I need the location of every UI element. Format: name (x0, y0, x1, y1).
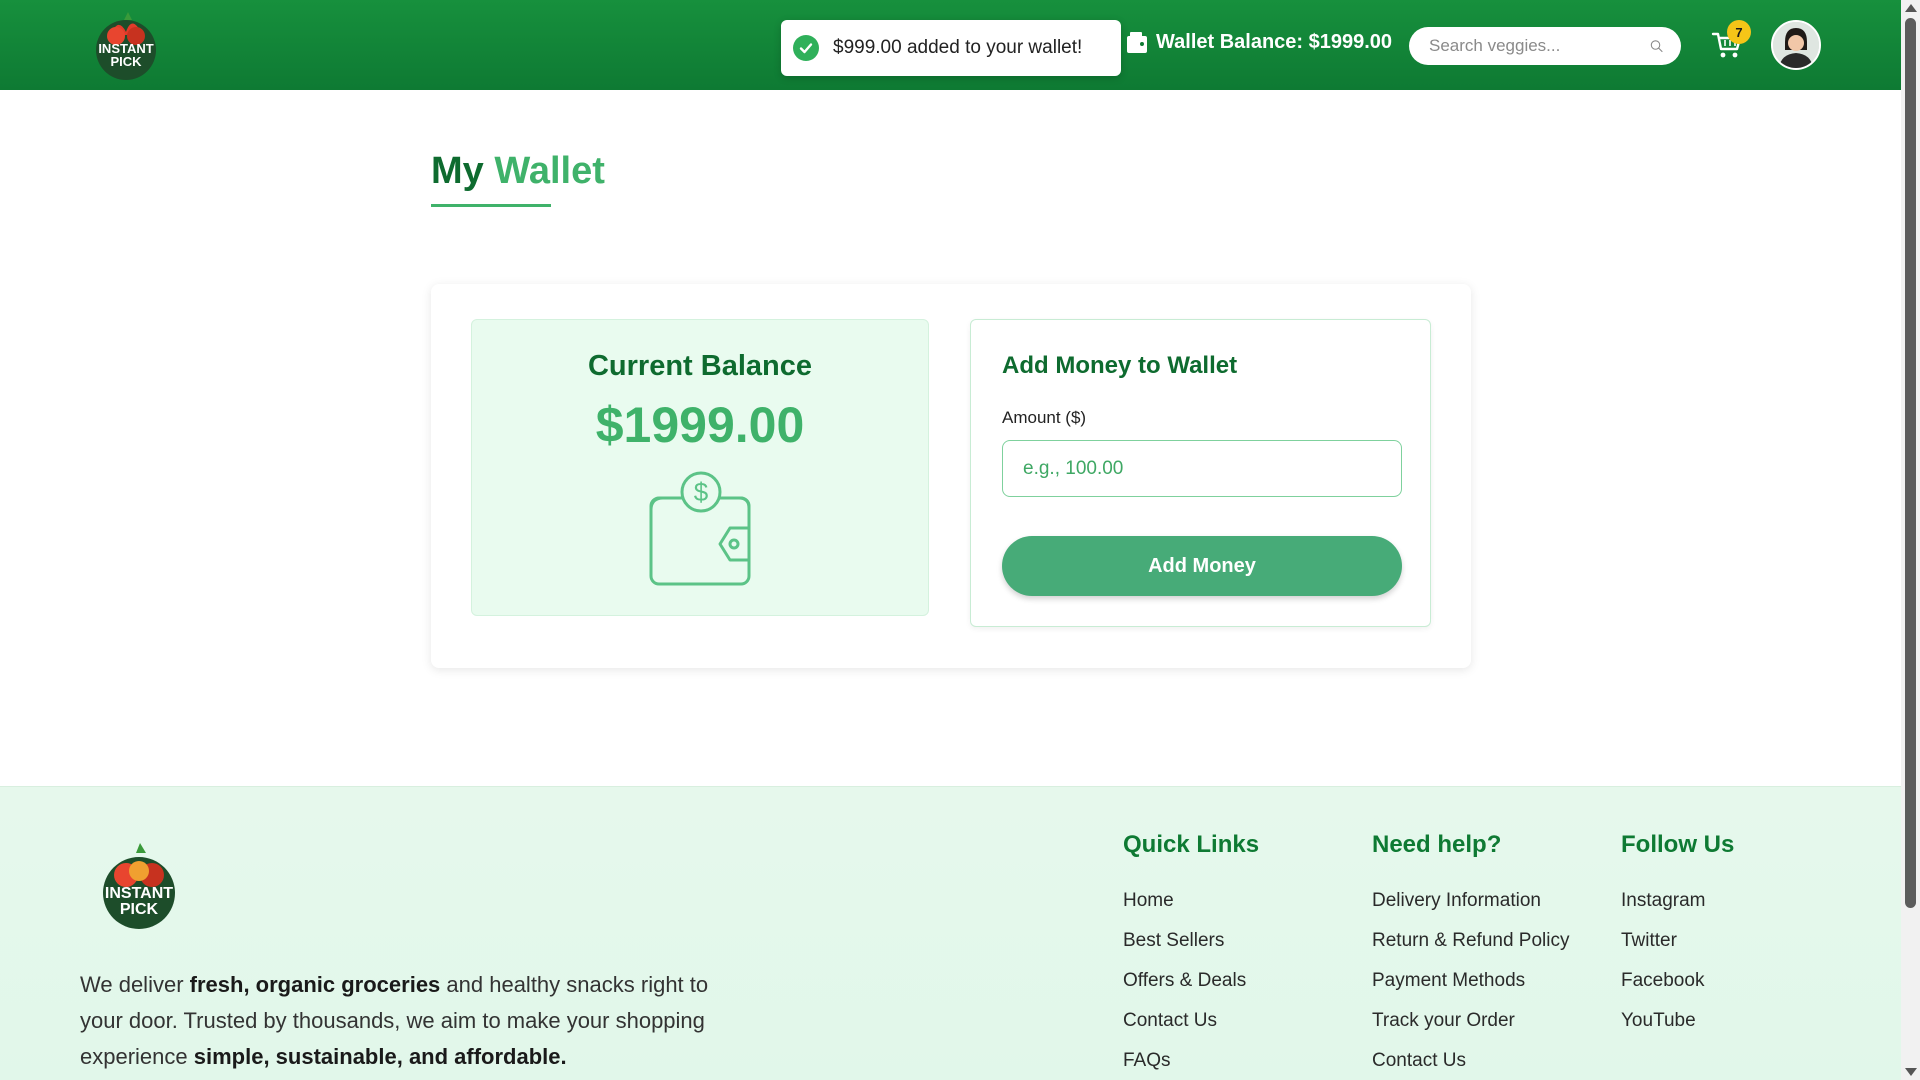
footer-link-instagram[interactable]: Instagram (1621, 881, 1734, 921)
svg-text:PICK: PICK (110, 54, 142, 69)
follow-us-column: Follow Us Instagram Twitter Facebook You… (1621, 831, 1734, 1041)
footer-link-twitter[interactable]: Twitter (1621, 921, 1734, 961)
footer-link-best-sellers[interactable]: Best Sellers (1123, 921, 1259, 961)
svg-text:PICK: PICK (120, 901, 159, 918)
current-balance-label: Current Balance (587, 350, 812, 382)
search-icon[interactable] (1650, 36, 1663, 56)
footer-link-refund[interactable]: Return & Refund Policy (1372, 921, 1570, 961)
cart-count-badge: 7 (1727, 20, 1751, 44)
quick-links-title: Quick Links (1123, 831, 1260, 858)
need-help-title: Need help? (1372, 831, 1502, 858)
scroll-thumb[interactable] (1905, 18, 1916, 908)
instant-pick-logo[interactable]: INSTANT PICK (88, 6, 164, 82)
svg-text:$: $ (694, 477, 709, 507)
add-money-button[interactable]: Add Money (1002, 536, 1402, 596)
wallet-balance-label: Wallet Balance: $1999.00 (1156, 30, 1393, 53)
follow-us-title: Follow Us (1621, 831, 1735, 858)
amount-label: Amount ($) (1002, 408, 1087, 427)
footer-link-home[interactable]: Home (1123, 881, 1259, 921)
wallet-icon (1127, 32, 1147, 53)
page-scrollbar[interactable] (1901, 0, 1920, 1080)
need-help-column: Need help? Delivery Information Return &… (1372, 831, 1570, 1080)
footer-link-contact[interactable]: Contact Us (1123, 1001, 1259, 1041)
footer-link-offers[interactable]: Offers & Deals (1123, 961, 1259, 1001)
footer-description: We deliver fresh, organic groceries and … (80, 972, 709, 1069)
success-toast: $999.00 added to your wallet! (781, 20, 1121, 76)
quick-links-column: Quick Links Home Best Sellers Offers & D… (1123, 831, 1259, 1080)
footer-logo[interactable]: INSTANT PICK (94, 841, 184, 931)
toast-message: $999.00 added to your wallet! (833, 37, 1083, 58)
footer-link-youtube[interactable]: YouTube (1621, 1001, 1734, 1041)
check-circle-icon (793, 35, 819, 61)
top-header: INSTANT PICK $999.00 added to your walle… (0, 0, 1901, 90)
footer-link-faqs[interactable]: FAQs (1123, 1041, 1259, 1080)
scroll-down-arrow[interactable] (1905, 1068, 1917, 1076)
footer-link-track-order[interactable]: Track your Order (1372, 1001, 1570, 1041)
footer-link-help-contact[interactable]: Contact Us (1372, 1041, 1570, 1080)
user-avatar[interactable] (1771, 20, 1821, 70)
title-wallet: Wallet (494, 150, 605, 192)
footer-link-facebook[interactable]: Facebook (1621, 961, 1734, 1001)
current-balance-value: $1999.00 (595, 397, 805, 453)
current-balance-panel: Current Balance $1999.00 $ (471, 319, 929, 616)
wallet-dollar-icon: $ (649, 471, 751, 586)
svg-text:INSTANT: INSTANT (105, 885, 173, 902)
search-input[interactable] (1429, 36, 1650, 56)
title-my: My (431, 150, 484, 192)
footer-link-payment[interactable]: Payment Methods (1372, 961, 1570, 1001)
search-bar[interactable] (1409, 27, 1681, 65)
amount-input[interactable] (1002, 440, 1402, 497)
site-footer: INSTANT PICK We deliver fresh, organic g… (0, 786, 1901, 1080)
title-underline (431, 204, 551, 207)
add-money-title: Add Money to Wallet (1002, 352, 1238, 379)
header-wallet-balance[interactable]: Wallet Balance: $1999.00 (1126, 30, 1392, 54)
scroll-up-arrow[interactable] (1905, 4, 1917, 12)
footer-link-delivery[interactable]: Delivery Information (1372, 881, 1570, 921)
add-money-panel: Add Money to Wallet Amount ($) Add Money (970, 319, 1431, 627)
page-title: My Wallet (431, 150, 605, 193)
